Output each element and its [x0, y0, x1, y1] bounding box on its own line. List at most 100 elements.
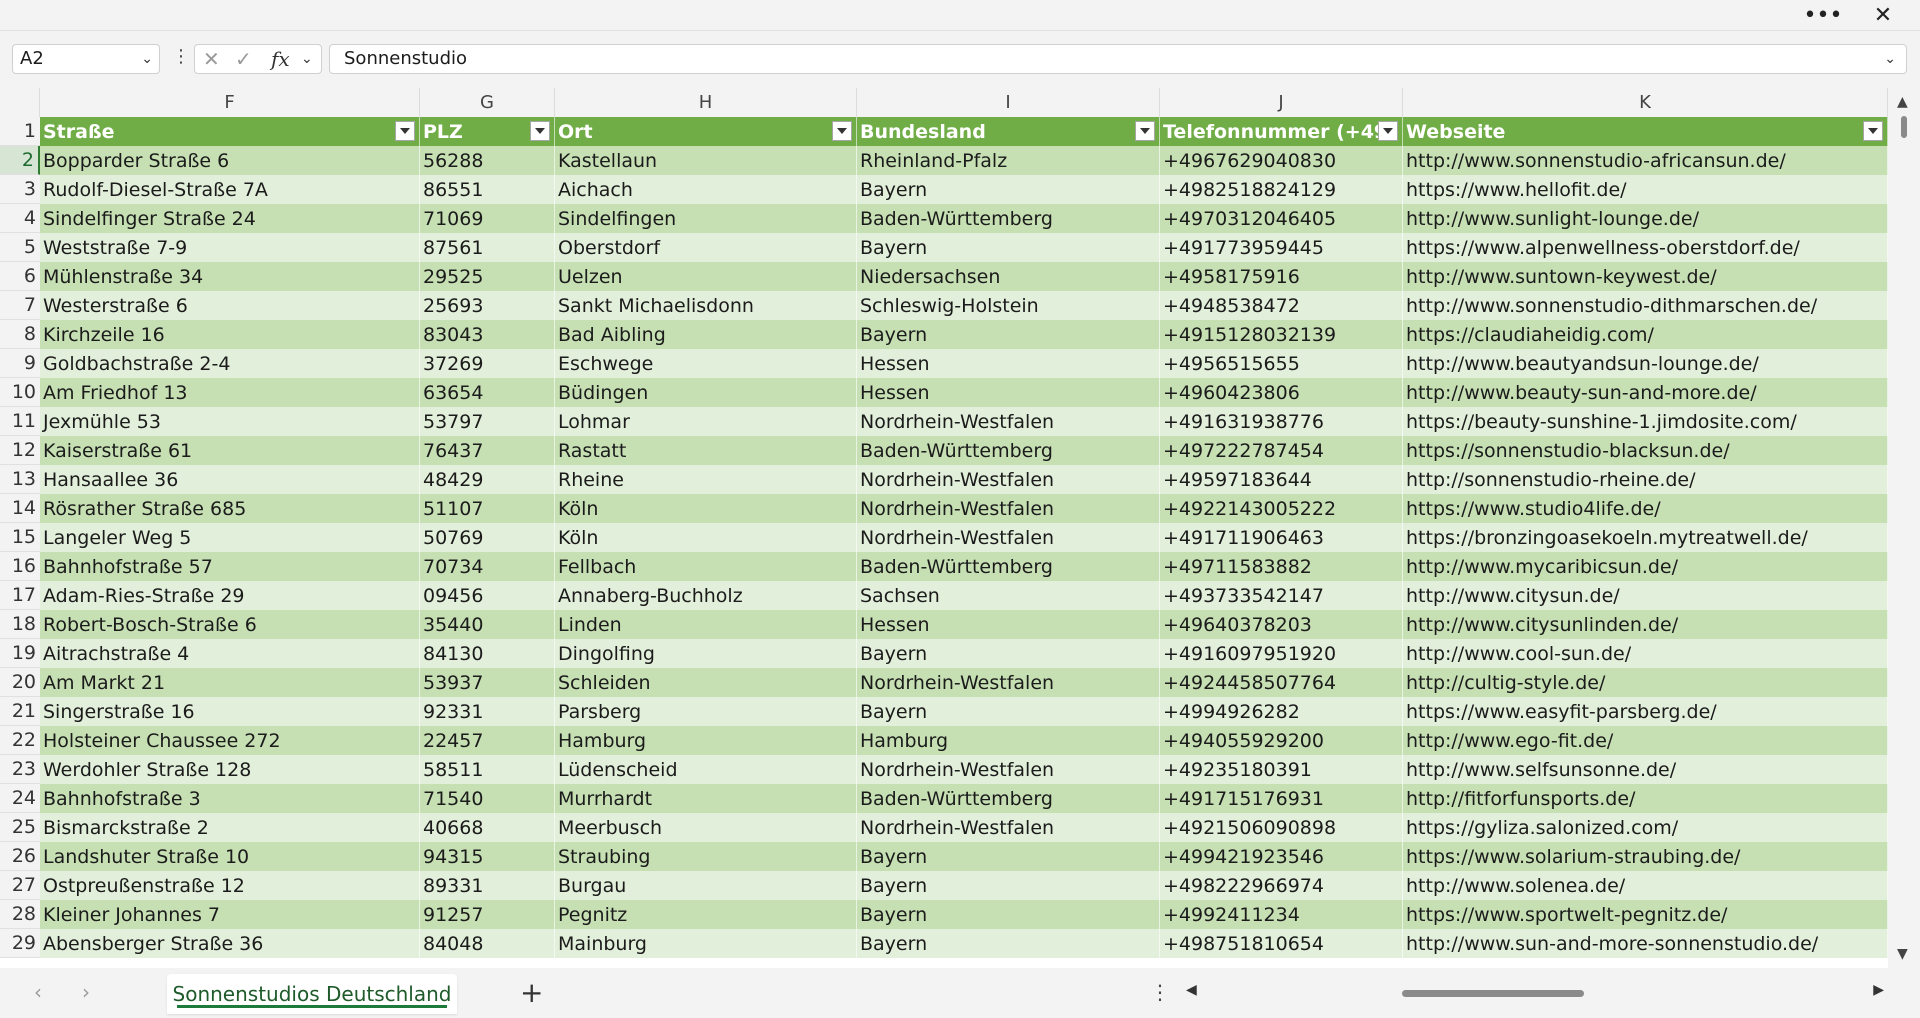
table-cell[interactable]: Uelzen — [555, 262, 857, 291]
table-cell[interactable]: Bahnhofstraße 57 — [40, 552, 420, 581]
table-cell[interactable]: Rudolf-Diesel-Straße 7A — [40, 175, 420, 204]
table-cell[interactable]: +491631938776 — [1160, 407, 1403, 436]
filter-dropdown-icon[interactable] — [1135, 121, 1155, 141]
table-cell[interactable]: Bayern — [857, 639, 1160, 668]
table-cell[interactable]: Sindelfingen — [555, 204, 857, 233]
table-cell[interactable]: http://www.beautyandsun-lounge.de/ — [1403, 349, 1888, 378]
table-cell[interactable]: +4970312046405 — [1160, 204, 1403, 233]
table-cell[interactable]: http://www.sunlight-lounge.de/ — [1403, 204, 1888, 233]
table-cell[interactable]: 83043 — [420, 320, 555, 349]
table-cell[interactable]: Straubing — [555, 842, 857, 871]
row-header[interactable]: 11 — [0, 407, 40, 436]
row-header[interactable]: 10 — [0, 378, 40, 407]
table-cell[interactable]: Nordrhein-Westfalen — [857, 755, 1160, 784]
table-cell[interactable]: +4967629040830 — [1160, 146, 1403, 175]
table-cell[interactable]: Nordrhein-Westfalen — [857, 668, 1160, 697]
table-cell[interactable]: http://sonnenstudio-rheine.de/ — [1403, 465, 1888, 494]
table-cell[interactable]: +49235180391 — [1160, 755, 1403, 784]
table-cell[interactable]: +499421923546 — [1160, 842, 1403, 871]
table-cell[interactable]: 94315 — [420, 842, 555, 871]
column-header-g[interactable]: G — [420, 88, 555, 117]
table-header-cell[interactable]: Telefonnummer (+49) — [1160, 117, 1403, 146]
table-cell[interactable]: Goldbachstraße 2-4 — [40, 349, 420, 378]
table-cell[interactable]: +491711906463 — [1160, 523, 1403, 552]
table-cell[interactable]: Werdohler Straße 128 — [40, 755, 420, 784]
table-cell[interactable]: https://www.sportwelt-pegnitz.de/ — [1403, 900, 1888, 929]
table-cell[interactable]: Kastellaun — [555, 146, 857, 175]
column-header-f[interactable]: F — [40, 88, 420, 117]
column-header-h[interactable]: H — [555, 88, 857, 117]
table-cell[interactable]: +4948538472 — [1160, 291, 1403, 320]
table-cell[interactable]: Köln — [555, 494, 857, 523]
table-cell[interactable]: Weststraße 7-9 — [40, 233, 420, 262]
column-header-k[interactable]: K — [1403, 88, 1888, 117]
table-cell[interactable]: Schleswig-Holstein — [857, 291, 1160, 320]
table-cell[interactable]: Baden-Württemberg — [857, 436, 1160, 465]
table-cell[interactable]: Rösrather Straße 685 — [40, 494, 420, 523]
table-cell[interactable]: Hansaallee 36 — [40, 465, 420, 494]
table-cell[interactable]: +4992411234 — [1160, 900, 1403, 929]
table-cell[interactable]: 50769 — [420, 523, 555, 552]
table-cell[interactable]: Hessen — [857, 610, 1160, 639]
table-cell[interactable]: Jexmühle 53 — [40, 407, 420, 436]
table-cell[interactable]: +4916097951920 — [1160, 639, 1403, 668]
row-header[interactable]: 22 — [0, 726, 40, 755]
filter-dropdown-icon[interactable] — [530, 121, 550, 141]
table-cell[interactable]: +4915128032139 — [1160, 320, 1403, 349]
column-header-j[interactable]: J — [1160, 88, 1403, 117]
table-cell[interactable]: +4994926282 — [1160, 697, 1403, 726]
table-cell[interactable]: http://www.sonnenstudio-africansun.de/ — [1403, 146, 1888, 175]
table-cell[interactable]: Bayern — [857, 175, 1160, 204]
table-cell[interactable]: 84048 — [420, 929, 555, 958]
table-cell[interactable]: Nordrhein-Westfalen — [857, 407, 1160, 436]
table-cell[interactable]: http://www.cool-sun.de/ — [1403, 639, 1888, 668]
table-cell[interactable]: Linden — [555, 610, 857, 639]
table-cell[interactable]: 76437 — [420, 436, 555, 465]
table-cell[interactable]: 51107 — [420, 494, 555, 523]
table-cell[interactable]: 58511 — [420, 755, 555, 784]
table-cell[interactable]: Am Friedhof 13 — [40, 378, 420, 407]
table-cell[interactable]: +4960423806 — [1160, 378, 1403, 407]
table-cell[interactable]: Bayern — [857, 842, 1160, 871]
table-cell[interactable]: https://bronzingoasekoeln.mytreatwell.de… — [1403, 523, 1888, 552]
table-cell[interactable]: Robert-Bosch-Straße 6 — [40, 610, 420, 639]
table-cell[interactable]: http://www.sonnenstudio-dithmarschen.de/ — [1403, 291, 1888, 320]
table-cell[interactable]: http://www.solenea.de/ — [1403, 871, 1888, 900]
more-vertical-icon[interactable]: ⋮ — [172, 46, 190, 67]
table-cell[interactable]: https://www.hellofit.de/ — [1403, 175, 1888, 204]
row-header[interactable]: 18 — [0, 610, 40, 639]
scroll-thumb[interactable] — [1901, 116, 1907, 138]
table-cell[interactable]: Nordrhein-Westfalen — [857, 523, 1160, 552]
table-cell[interactable]: 87561 — [420, 233, 555, 262]
table-cell[interactable]: +49640378203 — [1160, 610, 1403, 639]
row-header[interactable]: 28 — [0, 900, 40, 929]
table-cell[interactable]: Eschwege — [555, 349, 857, 378]
table-cell[interactable]: Bayern — [857, 697, 1160, 726]
table-cell[interactable]: Singerstraße 16 — [40, 697, 420, 726]
table-cell[interactable]: Sankt Michaelisdonn — [555, 291, 857, 320]
table-header-cell[interactable]: Ort — [555, 117, 857, 146]
row-header[interactable]: 15 — [0, 523, 40, 552]
table-cell[interactable]: http://www.citysun.de/ — [1403, 581, 1888, 610]
table-cell[interactable]: Abensberger Straße 36 — [40, 929, 420, 958]
table-cell[interactable]: +4924458507764 — [1160, 668, 1403, 697]
table-cell[interactable]: Bopparder Straße 6 — [40, 146, 420, 175]
table-cell[interactable]: Hamburg — [857, 726, 1160, 755]
table-cell[interactable]: 70734 — [420, 552, 555, 581]
table-cell[interactable]: Pegnitz — [555, 900, 857, 929]
table-cell[interactable]: Fellbach — [555, 552, 857, 581]
table-header-cell[interactable]: Straße — [40, 117, 420, 146]
table-cell[interactable]: +4956515655 — [1160, 349, 1403, 378]
table-cell[interactable]: http://fitforfunsports.de/ — [1403, 784, 1888, 813]
row-header[interactable]: 3 — [0, 175, 40, 204]
table-cell[interactable]: Hessen — [857, 349, 1160, 378]
table-cell[interactable]: https://www.studio4life.de/ — [1403, 494, 1888, 523]
table-cell[interactable]: +4922143005222 — [1160, 494, 1403, 523]
table-cell[interactable]: Bayern — [857, 233, 1160, 262]
row-header[interactable]: 24 — [0, 784, 40, 813]
table-cell[interactable]: Meerbusch — [555, 813, 857, 842]
table-cell[interactable]: Annaberg-Buchholz — [555, 581, 857, 610]
table-cell[interactable]: http://cultig-style.de/ — [1403, 668, 1888, 697]
table-cell[interactable]: +498751810654 — [1160, 929, 1403, 958]
table-cell[interactable]: Mainburg — [555, 929, 857, 958]
